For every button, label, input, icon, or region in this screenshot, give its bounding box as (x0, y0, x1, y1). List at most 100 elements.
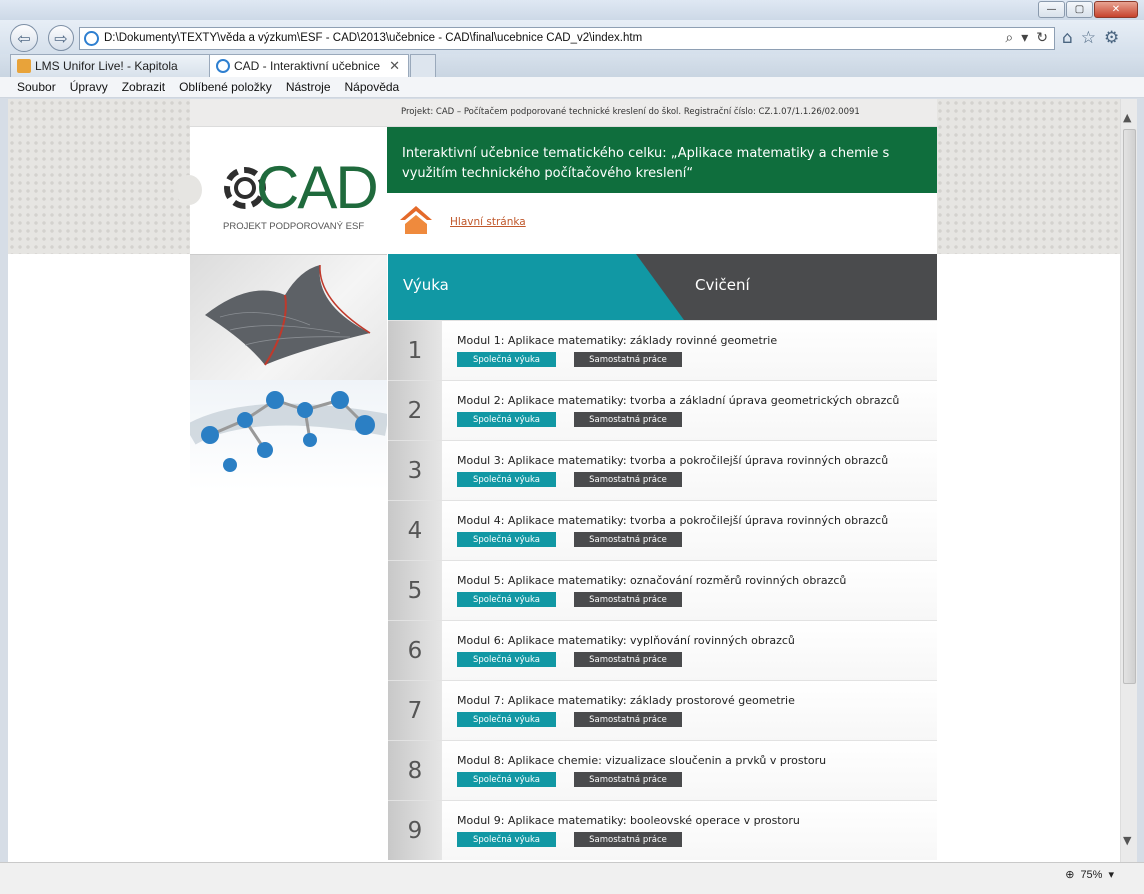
module-title: Modul 1: Aplikace matematiky: základy ro… (457, 334, 778, 347)
module-number: 9 (388, 801, 442, 860)
samostatna-prace-button[interactable]: Samostatná práce (574, 532, 682, 547)
house-icon[interactable] (399, 205, 433, 235)
new-tab-button[interactable] (410, 54, 436, 77)
window-titlebar: — ▢ ✕ (0, 0, 1144, 20)
title-banner: Interaktivní učebnice tematického celku:… (387, 127, 937, 193)
zoom-level: 75% (1080, 868, 1103, 881)
molecule-render-image (184, 391, 389, 472)
module-row: 4 Modul 4: Aplikace matematiky: tvorba a… (388, 500, 937, 560)
zoom-icon: ⊕ (1065, 869, 1075, 881)
module-number: 6 (388, 621, 442, 680)
page-viewport: Projekt: CAD – Počítačem podporované tec… (8, 99, 1120, 862)
dropdown-icon[interactable]: ▾ (1021, 30, 1028, 46)
spolecna-vyuka-button[interactable]: Společná výuka (457, 652, 556, 667)
menu-nastroje[interactable]: Nástroje (286, 80, 331, 94)
samostatna-prace-button[interactable]: Samostatná práce (574, 352, 682, 367)
gear-icon[interactable]: ⚙ (1104, 28, 1119, 48)
address-text[interactable]: D:\Dokumenty\TEXTY\věda a výzkum\ESF - C… (104, 32, 642, 44)
module-row: 7 Modul 7: Aplikace matematiky: základy … (388, 680, 937, 740)
scroll-down-icon[interactable]: ▼ (1123, 834, 1131, 847)
module-number: 7 (388, 681, 442, 740)
page-container: Projekt: CAD – Počítačem podporované tec… (176, 99, 937, 862)
refresh-icon[interactable]: ↻ (1036, 30, 1048, 46)
module-number: 3 (388, 441, 442, 500)
close-window-button[interactable]: ✕ (1094, 1, 1138, 18)
vertical-scrollbar[interactable]: ▲ ▼ (1120, 99, 1137, 862)
spolecna-vyuka-button[interactable]: Společná výuka (457, 772, 556, 787)
logo-text: CAD (256, 154, 379, 221)
favorites-star-icon[interactable]: ☆ (1081, 28, 1096, 48)
window-controls: — ▢ ✕ (1037, 1, 1138, 18)
tab-cviceni[interactable]: Cvičení (636, 254, 937, 320)
tab-cad-label: CAD - Interaktivní učebnice (234, 59, 381, 73)
module-title: Modul 4: Aplikace matematiky: tvorba a p… (457, 514, 889, 527)
gear-inner-icon (234, 177, 256, 199)
samostatna-prace-button[interactable]: Samostatná práce (574, 592, 682, 607)
lms-favicon-icon (17, 59, 31, 73)
spolecna-vyuka-button[interactable]: Společná výuka (457, 412, 556, 427)
samostatna-prace-button[interactable]: Samostatná práce (574, 832, 682, 847)
module-row: 1 Modul 1: Aplikace matematiky: základy … (388, 320, 937, 380)
logo-subtitle: PROJEKT PODPOROVANÝ ESF (223, 221, 365, 232)
menu-bar: Soubor Úpravy Zobrazit Oblíbené položky … (0, 77, 1144, 98)
close-tab-icon[interactable]: ✕ (389, 58, 400, 74)
logo-notch (176, 175, 202, 205)
zoom-dropdown-icon[interactable]: ▾ (1108, 868, 1114, 881)
module-row: 5 Modul 5: Aplikace matematiky: označová… (388, 560, 937, 620)
back-button[interactable]: ⇦ (10, 24, 38, 52)
scrollbar-thumb[interactable] (1123, 129, 1136, 684)
menu-zobrazit[interactable]: Zobrazit (122, 80, 165, 94)
module-row: 6 Modul 6: Aplikace matematiky: vyplňová… (388, 620, 937, 680)
samostatna-prace-button[interactable]: Samostatná práce (574, 712, 682, 727)
cad-logo[interactable]: CAD PROJEKT PODPOROVANÝ ESF (176, 127, 387, 254)
minimize-button[interactable]: — (1038, 1, 1065, 18)
molecule-image (184, 380, 389, 490)
tab-lms[interactable]: LMS Unifor Live! - Kapitola (10, 54, 210, 77)
menu-soubor[interactable]: Soubor (17, 80, 56, 94)
search-icon[interactable]: ⌕ (1005, 30, 1013, 46)
menu-upravy[interactable]: Úpravy (70, 80, 108, 94)
banner-text: Interaktivní učebnice tematického celku:… (402, 146, 890, 181)
project-text: Projekt: CAD – Počítačem podporované tec… (401, 107, 860, 117)
module-number: 2 (388, 381, 442, 440)
samostatna-prace-button[interactable]: Samostatná práce (574, 412, 682, 427)
module-title: Modul 5: Aplikace matematiky: označování… (457, 574, 847, 587)
home-link[interactable]: Hlavní stránka (450, 216, 526, 228)
module-row: 9 Modul 9: Aplikace matematiky: booleovs… (388, 800, 937, 860)
menu-napoveda[interactable]: Nápověda (345, 80, 400, 94)
tab-cad[interactable]: CAD - Interaktivní učebnice ✕ (209, 54, 409, 77)
menu-oblibene[interactable]: Oblíbené položky (179, 80, 272, 94)
samostatna-prace-button[interactable]: Samostatná práce (574, 772, 682, 787)
3d-surface-image (205, 264, 371, 366)
home-row: Hlavní stránka (387, 193, 937, 254)
surface-render-image (190, 254, 387, 380)
spolecna-vyuka-button[interactable]: Společná výuka (457, 532, 556, 547)
tab-lms-label: LMS Unifor Live! - Kapitola (35, 59, 178, 73)
section-tabs: Výuka Cvičení (388, 254, 937, 320)
home-icon[interactable]: ⌂ (1062, 28, 1073, 48)
spolecna-vyuka-button[interactable]: Společná výuka (457, 832, 556, 847)
forward-button[interactable]: ⇨ (48, 25, 74, 51)
module-number: 5 (388, 561, 442, 620)
project-bar: Projekt: CAD – Počítačem podporované tec… (190, 99, 937, 127)
spolecna-vyuka-button[interactable]: Společná výuka (457, 712, 556, 727)
address-bar[interactable]: D:\Dokumenty\TEXTY\věda a výzkum\ESF - C… (79, 27, 1055, 50)
module-number: 8 (388, 741, 442, 800)
spolecna-vyuka-button[interactable]: Společná výuka (457, 592, 556, 607)
ie-page-icon (84, 31, 99, 46)
ie-favicon-icon (216, 59, 230, 73)
maximize-button[interactable]: ▢ (1066, 1, 1093, 18)
module-title: Modul 9: Aplikace matematiky: booleovské… (457, 814, 800, 827)
spolecna-vyuka-button[interactable]: Společná výuka (457, 352, 556, 367)
status-bar: ⊕ 75% ▾ (0, 862, 1144, 894)
scroll-up-icon[interactable]: ▲ (1123, 111, 1131, 124)
tab-vyuka-label: Výuka (403, 276, 449, 294)
module-row: 8 Modul 8: Aplikace chemie: vizualizace … (388, 740, 937, 800)
spolecna-vyuka-button[interactable]: Společná výuka (457, 472, 556, 487)
zoom-control[interactable]: ⊕ 75% ▾ (1065, 868, 1114, 882)
samostatna-prace-button[interactable]: Samostatná práce (574, 652, 682, 667)
browser-toolbar-icons: ⌂ ☆ ⚙ (1062, 28, 1119, 48)
module-number: 4 (388, 501, 442, 560)
samostatna-prace-button[interactable]: Samostatná práce (574, 472, 682, 487)
forward-arrow-icon: ⇨ (54, 28, 68, 48)
